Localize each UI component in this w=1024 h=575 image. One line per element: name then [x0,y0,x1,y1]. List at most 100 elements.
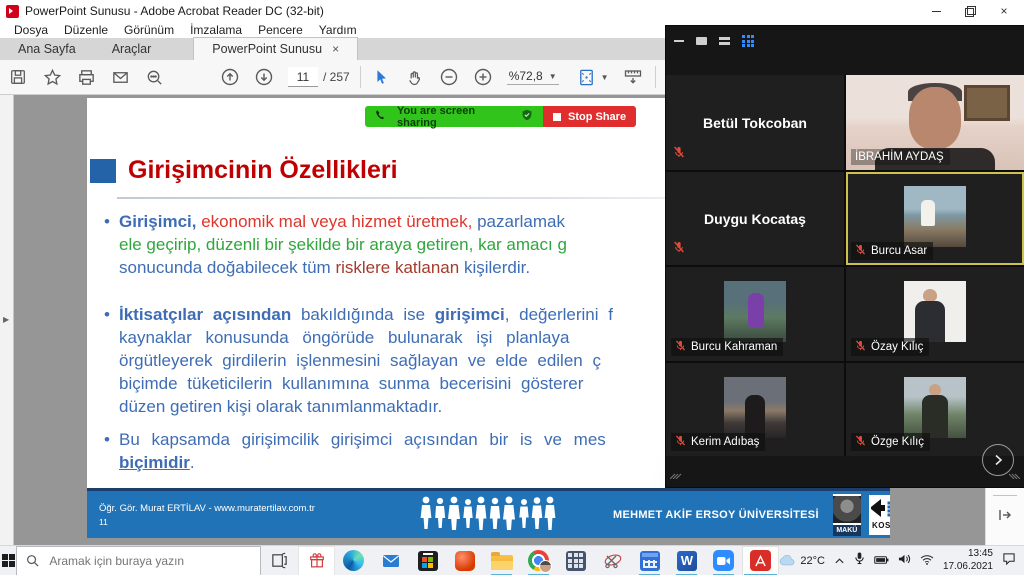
snipping-tool-icon[interactable] [594,546,631,575]
window-title: PowerPoint Sunusu - Adobe Acrobat Reader… [25,4,324,18]
participant-name: Kerim Adıbaş [691,436,760,448]
page-number-input[interactable] [288,67,318,87]
tab-tools[interactable]: Araçlar [94,38,170,60]
participant-tile[interactable]: Burcu Kahraman [666,267,844,361]
zoom-in-icon[interactable] [473,67,493,87]
wifi-tray-icon[interactable] [920,552,934,570]
participant-tile[interactable]: Özay Kılıç [846,267,1024,361]
menu-yardim[interactable]: Yardım [311,23,365,37]
email-icon[interactable] [110,67,130,87]
gift-app-icon[interactable] [298,545,336,575]
print-icon[interactable] [76,67,96,87]
bullet: • [104,305,110,324]
chrome-icon[interactable] [520,546,557,575]
participant-tile[interactable]: Özge Kılıç [846,363,1024,456]
calendar-icon[interactable] [631,546,668,575]
system-tray: 22°C 13:45 17.06.2021 [779,548,1024,573]
gallery-view-icon[interactable] [742,35,754,47]
tab-document[interactable]: PowerPoint Sunusu × [193,37,359,60]
search-icon[interactable] [144,67,164,87]
speaker-view-icon[interactable] [696,37,707,45]
participant-label: Özay Kılıç [851,338,930,356]
search-input[interactable] [47,552,252,569]
picture-frame [964,85,1010,121]
expand-right-pane-icon[interactable] [997,508,1013,527]
taskbar: W 22°C [0,545,1024,575]
fit-page-icon[interactable] [577,67,597,87]
mic-muted-icon [855,435,866,449]
action-center-icon[interactable] [1002,552,1016,570]
save-icon[interactable] [8,67,28,87]
zoom-out-icon[interactable] [439,67,459,87]
bullet: • [104,212,110,231]
kosgeb-label: KOSGEB [871,521,890,530]
zoom-level-value: %72,8 [508,69,543,83]
pane-divider [993,495,1017,496]
bullet: • [104,430,110,449]
microphone-tray-icon[interactable] [854,551,865,570]
people-silhouettes-icon [419,494,557,535]
calculator-icon[interactable] [557,546,594,575]
tab-home[interactable]: Ana Sayfa [0,38,94,60]
participant-name: Burcu Asar [871,245,928,257]
hand-tool-icon[interactable] [405,67,425,87]
edge-icon[interactable] [335,546,372,575]
acrobat-taskbar-icon[interactable] [742,545,780,575]
zoom-level-select[interactable]: %72,8 ▼ [506,69,559,85]
menu-imzalama[interactable]: İmzalama [182,23,250,37]
resize-handle-left-icon[interactable] [669,466,682,484]
taskbar-clock[interactable]: 13:45 17.06.2021 [943,548,993,573]
restore-button[interactable] [964,5,976,17]
text-run: girişimci [434,305,505,324]
zoom-minimize-icon[interactable] [674,40,684,42]
zoom-view-controls [674,34,754,48]
left-pane: ▶ [0,95,14,545]
minimize-button[interactable] [930,5,942,17]
close-button[interactable]: × [998,4,1010,18]
participant-tile[interactable]: Betül Tokcoban [666,75,844,170]
ruler-tool-icon[interactable] [623,67,643,87]
microsoft-store-icon[interactable] [409,546,446,575]
resize-handle-right-icon[interactable] [1008,466,1021,484]
text-run: . [189,453,195,472]
next-page-icon[interactable] [254,67,274,87]
menu-dosya[interactable]: Dosya [6,23,56,37]
stop-share-button[interactable]: Stop Share [543,106,637,127]
windows-logo-icon [1,554,15,567]
participant-tile[interactable]: İBRAHİM AYDAŞ [846,75,1024,170]
participant-tile[interactable]: Duygu Kocataş [666,172,844,265]
star-icon[interactable] [42,67,62,87]
strip-view-icon[interactable] [719,37,730,45]
menu-pencere[interactable]: Pencere [250,23,311,37]
zoom-app-icon[interactable] [705,546,742,575]
menu-duzenle[interactable]: Düzenle [56,23,116,37]
file-explorer-icon[interactable] [483,546,520,575]
task-view-button[interactable] [261,546,298,575]
chevron-down-icon: ▼ [548,71,557,81]
stop-share-label: Stop Share [568,110,627,123]
battery-tray-icon[interactable] [874,552,889,570]
volume-tray-icon[interactable] [898,552,911,570]
mic-muted-icon [675,435,686,449]
participant-name: Özay Kılıç [871,341,924,353]
weather-widget[interactable]: 22°C [779,555,825,567]
expand-left-pane-icon[interactable]: ▶ [3,315,9,324]
hidden-icons-chevron[interactable] [834,552,845,570]
chevron-down-icon[interactable]: ▼ [601,73,609,82]
tab-close-icon[interactable]: × [332,42,339,56]
mail-icon[interactable] [372,546,409,575]
participant-tile[interactable]: Kerim Adıbaş [666,363,844,456]
text-run: ekonomik mal veya hizmet üretmek, [196,212,473,231]
phone-icon [375,109,387,124]
office-icon[interactable] [446,546,483,575]
select-tool-icon[interactable] [371,67,391,87]
word-icon[interactable]: W [668,546,705,575]
taskbar-search[interactable] [16,545,262,575]
participant-tile[interactable]: Burcu Asar [846,172,1024,265]
text-run: kişilerdir. [463,258,531,277]
participant-label: Kerim Adıbaş [671,433,766,451]
menu-gorunum[interactable]: Görünüm [116,23,182,37]
start-button[interactable] [0,546,16,575]
tab-document-label: PowerPoint Sunusu [212,42,323,56]
previous-page-icon[interactable] [220,67,240,87]
